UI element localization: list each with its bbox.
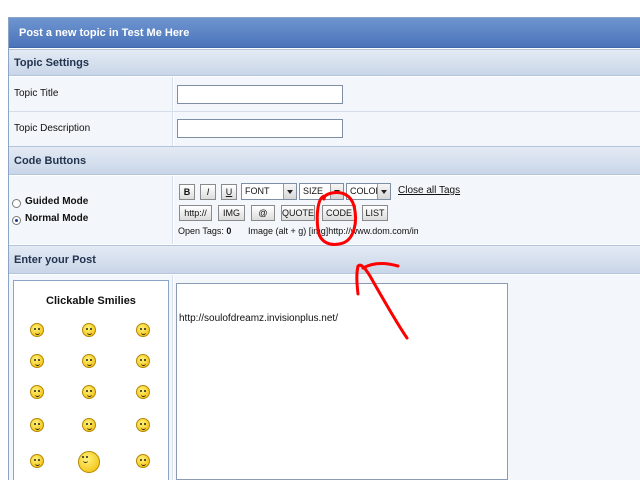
- normal-mode-label[interactable]: Normal Mode: [25, 213, 88, 224]
- angry-icon[interactable]: [82, 418, 96, 432]
- bold-button[interactable]: B: [179, 184, 195, 200]
- guided-mode-label[interactable]: Guided Mode: [25, 196, 88, 207]
- grin-icon[interactable]: [82, 354, 96, 368]
- tongue-icon[interactable]: [30, 354, 44, 368]
- open-tags-status: Open Tags: 0: [178, 226, 231, 236]
- crazy-icon[interactable]: [78, 451, 100, 473]
- topic-description-cell: [174, 112, 640, 146]
- topic-title-input[interactable]: [177, 85, 343, 104]
- http-button[interactable]: http://: [179, 205, 212, 221]
- topic-description-label: Topic Description: [9, 112, 173, 146]
- chevron-down-icon: [283, 184, 296, 199]
- post-textarea[interactable]: http://soulofdreamz.invisionplus.net/: [176, 283, 508, 480]
- cool-icon[interactable]: [30, 385, 44, 399]
- topic-title-label: Topic Title: [9, 77, 173, 111]
- img-button[interactable]: IMG: [218, 205, 245, 221]
- mode-cell: Guided Mode Normal Mode: [9, 176, 173, 244]
- font-select[interactable]: FONT: [241, 183, 297, 200]
- font-select-value: FONT: [245, 186, 270, 196]
- code-button[interactable]: CODE: [322, 205, 356, 221]
- wink-icon[interactable]: [136, 323, 150, 337]
- quote-button[interactable]: QUOTE: [281, 205, 315, 221]
- underline-button[interactable]: U: [221, 184, 237, 200]
- sad-icon[interactable]: [136, 418, 150, 432]
- size-select[interactable]: SIZE: [299, 183, 344, 200]
- smilies-title: Clickable Smilies: [46, 295, 136, 307]
- enter-post-header: Enter your Post: [9, 245, 640, 274]
- happy-icon[interactable]: [30, 418, 44, 432]
- email-button[interactable]: @: [251, 205, 275, 221]
- code-buttons-header: Code Buttons: [9, 146, 640, 175]
- topic-description-input[interactable]: [177, 119, 343, 138]
- open-tags-label: Open Tags:: [178, 226, 224, 236]
- close-all-tags-link[interactable]: Close all Tags: [398, 185, 460, 196]
- dry-icon[interactable]: [30, 454, 44, 468]
- italic-button[interactable]: I: [200, 184, 216, 200]
- topic-title-cell: [174, 77, 640, 111]
- topic-settings-header: Topic Settings: [9, 49, 640, 76]
- color-select[interactable]: COLOR: [346, 183, 391, 200]
- smilies-panel: Clickable Smilies: [13, 280, 169, 480]
- guided-mode-radio[interactable]: [12, 199, 21, 208]
- smile-icon[interactable]: [30, 323, 44, 337]
- open-tags-count: 0: [226, 226, 232, 236]
- form-title: Post a new topic in Test Me Here: [9, 18, 640, 48]
- surprised-icon[interactable]: [82, 323, 96, 337]
- blink-icon[interactable]: [82, 385, 96, 399]
- code-buttons-cell: B I U FONT SIZE COLOR Close all Tags htt…: [174, 176, 640, 244]
- chevron-down-icon: [377, 184, 390, 199]
- post-body: http://soulofdreamz.invisionplus.net/: [179, 313, 338, 324]
- normal-mode-radio[interactable]: [12, 216, 21, 225]
- chevron-down-icon: [330, 184, 343, 199]
- tag-hint: Image (alt + g) [img]http://www.dom.com/…: [248, 226, 418, 236]
- list-button[interactable]: LIST: [362, 205, 388, 221]
- glasses-icon[interactable]: [136, 454, 150, 468]
- unsure-icon[interactable]: [136, 385, 150, 399]
- laugh-icon[interactable]: [136, 354, 150, 368]
- size-select-value: SIZE: [303, 186, 324, 196]
